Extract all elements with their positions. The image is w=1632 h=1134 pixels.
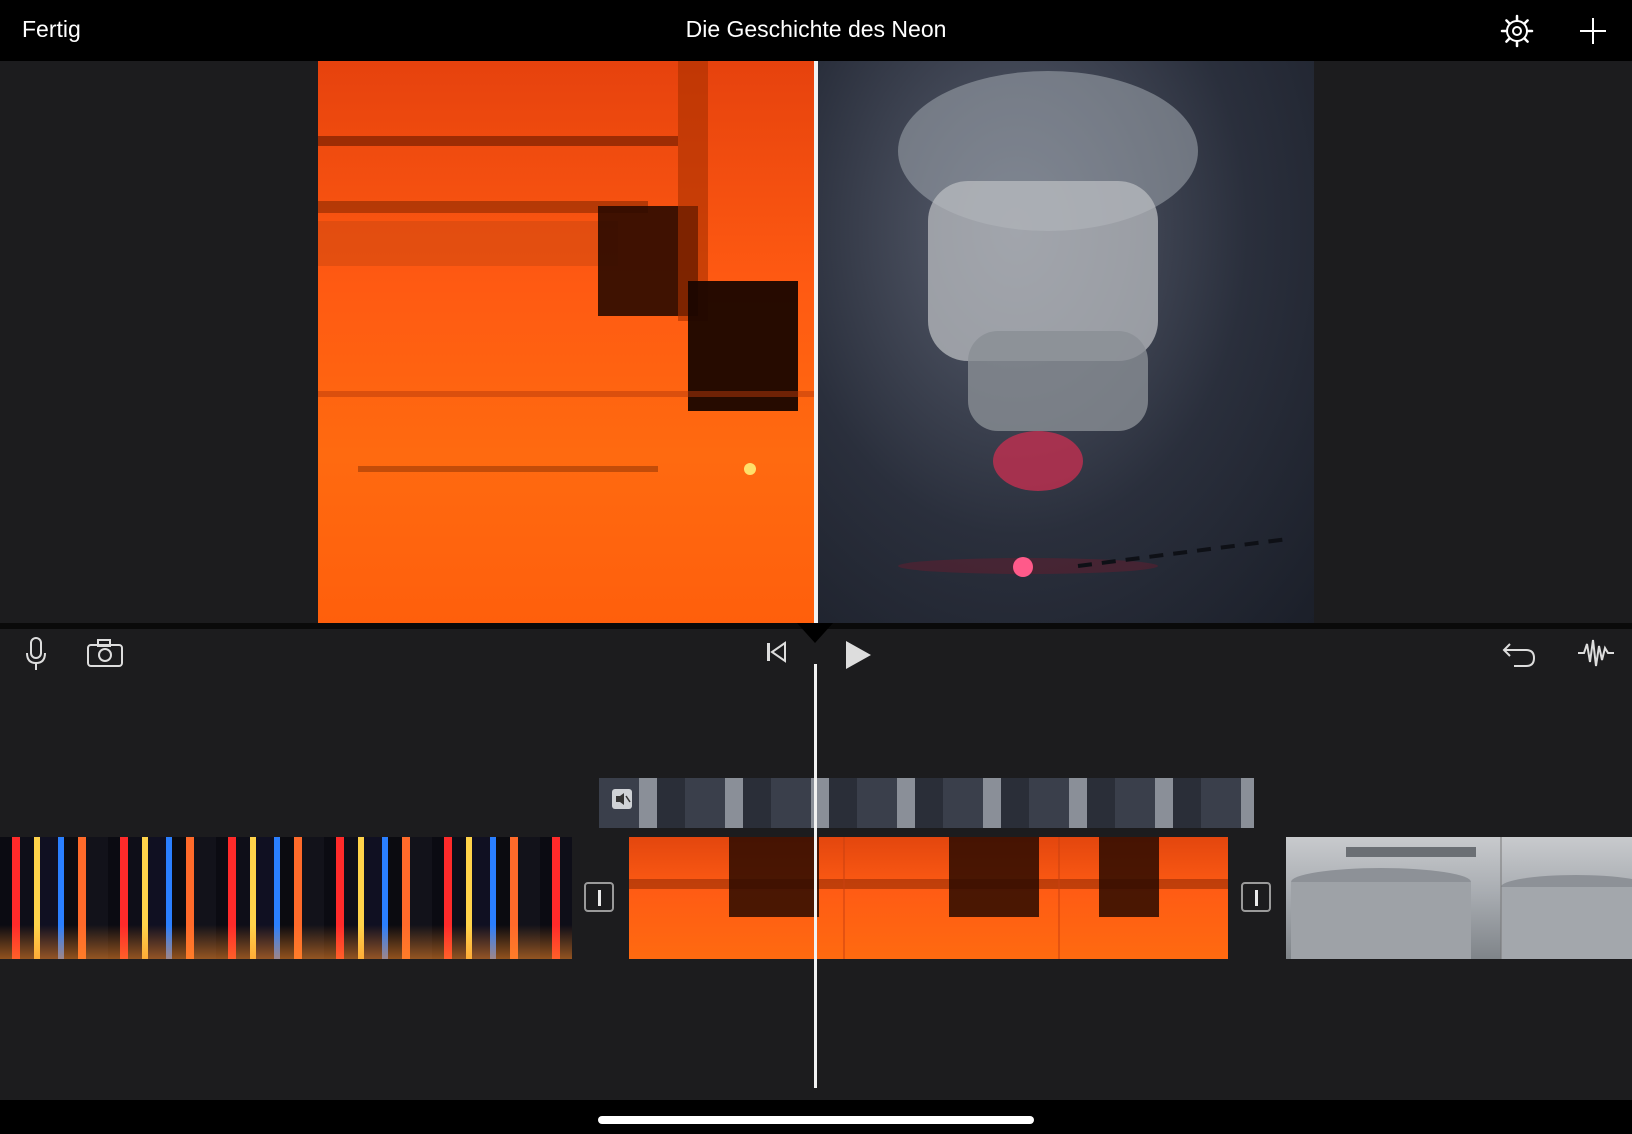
transition-bar: [598, 890, 601, 906]
project-title: Die Geschichte des Neon: [685, 16, 947, 42]
clip-metal-vessels[interactable]: [1286, 837, 1632, 959]
preview-frame-right: [818, 61, 1314, 623]
clip-thumbnails: [729, 837, 1159, 959]
clip-neon-city[interactable]: [0, 837, 572, 959]
clip-laser-machine-orange[interactable]: [629, 837, 1228, 959]
top-bar: Fertig Die Geschichte des Neon: [0, 0, 1632, 61]
transition-icon[interactable]: [1241, 882, 1271, 912]
clip-thumbnails: [1291, 837, 1632, 959]
home-indicator[interactable]: [598, 1116, 1034, 1124]
gear-icon[interactable]: [1500, 14, 1534, 48]
plus-icon[interactable]: [1576, 14, 1610, 48]
speaker-muted-icon[interactable]: [612, 789, 632, 809]
preview-viewer: [0, 61, 1632, 623]
clip-split-screen-laser-head[interactable]: [599, 778, 1254, 828]
playhead-marker: [797, 623, 833, 643]
laser-machine-orange-image: [318, 61, 814, 475]
playhead-line[interactable]: [814, 664, 817, 1088]
transition-icon[interactable]: [584, 882, 614, 912]
transition-bar: [1255, 890, 1258, 906]
laser-head-closeup-image: [898, 71, 1289, 577]
preview-frame-left: [318, 61, 814, 623]
